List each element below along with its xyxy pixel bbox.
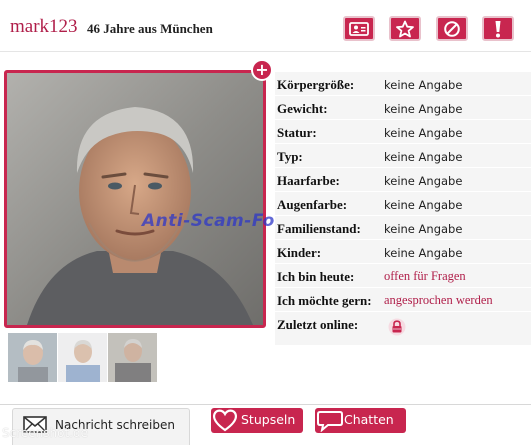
username[interactable]: mark123 [10, 16, 78, 38]
detail-label: Augenfarbe: [277, 197, 348, 212]
favorite-button[interactable] [389, 16, 421, 41]
profile-details: Körpergröße: keine Angabe Gewicht: keine… [275, 72, 531, 346]
detail-row-weight: Gewicht: keine Angabe [275, 96, 531, 120]
detail-label: Zuletzt online: [277, 317, 359, 332]
detail-label: Gewicht: [277, 101, 328, 116]
actions-divider [0, 404, 531, 405]
nudge-button[interactable]: Stupseln [211, 408, 303, 433]
detail-row-today: Ich bin heute: offen für Fragen [275, 264, 531, 288]
chat-button[interactable]: Chatten [315, 408, 406, 433]
detail-value: keine Angabe [384, 102, 463, 116]
detail-label: Familienstand: [277, 221, 361, 236]
detail-value: keine Angabe [384, 126, 463, 140]
thumbnail-image [108, 333, 157, 382]
detail-row-marital-status: Familienstand: keine Angabe [275, 216, 531, 240]
detail-row-build: Statur: keine Angabe [275, 120, 531, 144]
profile-card-button[interactable] [343, 16, 375, 41]
detail-value: angesprochen werden [384, 293, 493, 307]
detail-row-height: Körpergröße: keine Angabe [275, 72, 531, 96]
detail-label: Ich möchte gern: [277, 293, 372, 308]
detail-label: Körpergröße: [277, 77, 355, 92]
detail-label: Haarfarbe: [277, 173, 340, 188]
profile-header: mark123 46 Jahre aus München [0, 0, 531, 60]
detail-value: keine Angabe [384, 222, 463, 236]
block-button[interactable] [436, 16, 468, 41]
chat-bubble-icon [317, 411, 343, 432]
detail-row-eye-color: Augenfarbe: keine Angabe [275, 192, 531, 216]
star-icon [396, 20, 414, 37]
detail-value: keine Angabe [384, 150, 463, 164]
thumbnail-image [58, 333, 107, 382]
detail-label: Statur: [277, 125, 317, 140]
thumbnail-1[interactable] [8, 333, 57, 382]
add-photo-button[interactable]: + [251, 59, 273, 81]
report-icon [495, 20, 501, 37]
chat-label: Chatten [344, 412, 394, 427]
profile-photo[interactable] [4, 70, 266, 328]
report-button[interactable] [482, 16, 514, 41]
detail-label: Typ: [277, 149, 303, 164]
profile-photo-image [7, 73, 263, 325]
detail-value: keine Angabe [384, 174, 463, 188]
footer-watermark: Screenshot.de [2, 426, 88, 440]
detail-value: keine Angabe [384, 78, 463, 92]
detail-value: offen für Fragen [384, 269, 466, 283]
detail-row-would-like: Ich möchte gern: angesprochen werden [275, 288, 531, 312]
detail-label: Kinder: [277, 245, 322, 260]
profile-card-icon [349, 21, 369, 36]
thumbnail-3[interactable] [108, 333, 157, 382]
nudge-label: Stupseln [241, 412, 296, 427]
detail-row-type: Typ: keine Angabe [275, 144, 531, 168]
detail-value: keine Angabe [384, 198, 463, 212]
thumbnail-2[interactable] [58, 333, 107, 382]
detail-value: keine Angabe [384, 246, 463, 260]
heart-icon [213, 409, 237, 432]
lock-icon[interactable] [388, 318, 406, 336]
header-divider [0, 51, 531, 52]
detail-row-last-online: Zuletzt online: [275, 312, 531, 346]
age-city: 46 Jahre aus München [87, 21, 213, 36]
thumbnail-image [8, 333, 57, 382]
detail-row-hair-color: Haarfarbe: keine Angabe [275, 168, 531, 192]
detail-row-children: Kinder: keine Angabe [275, 240, 531, 264]
detail-label: Ich bin heute: [277, 269, 355, 284]
block-icon [444, 20, 460, 37]
